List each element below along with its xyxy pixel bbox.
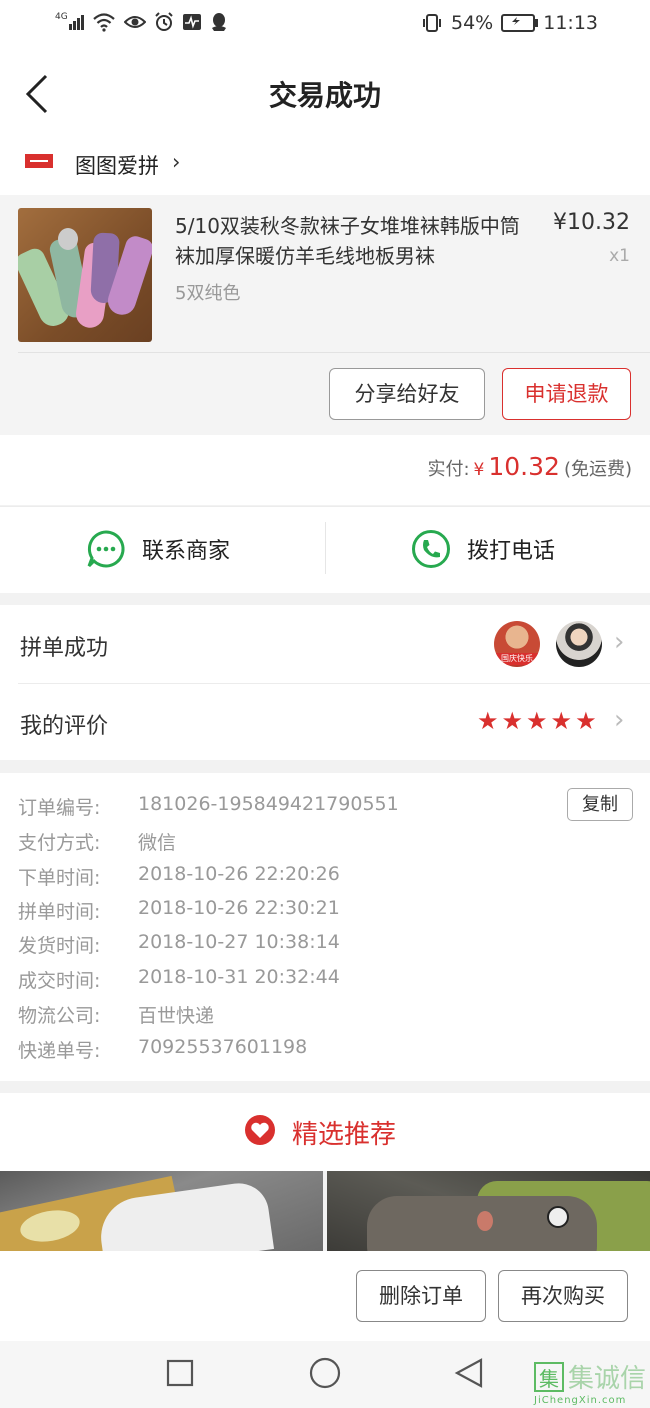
- vibrate-icon: [423, 14, 441, 32]
- chat-icon: [87, 530, 125, 568]
- info-value: 70925537601198: [138, 1036, 308, 1058]
- copy-button[interactable]: 复制: [567, 788, 633, 821]
- status-icons-left: 4G: [55, 12, 228, 32]
- info-value: 微信: [138, 832, 177, 854]
- info-key: 物流公司:: [18, 1005, 101, 1027]
- info-key: 快递单号:: [18, 1040, 101, 1062]
- info-value: 181026-195849421790551: [138, 793, 399, 815]
- info-key: 下单时间:: [18, 867, 101, 889]
- info-value: 2018-10-31 20:32:44: [138, 966, 340, 988]
- rating-stars: ★ ★ ★ ★ ★: [477, 707, 597, 735]
- shop-name[interactable]: 图图爱拼: [75, 150, 159, 180]
- signal-4g-icon: 4G: [55, 11, 84, 30]
- info-value: 百世快递: [138, 1005, 215, 1027]
- call-phone-label: 拨打电话: [467, 539, 556, 564]
- qq-icon: [211, 13, 226, 31]
- recommend-product-image[interactable]: [0, 1171, 323, 1251]
- info-value: 2018-10-26 22:30:21: [138, 897, 340, 919]
- phone-icon: [412, 530, 450, 568]
- star-icon: ★: [550, 707, 573, 735]
- page-title: 交易成功: [268, 79, 381, 112]
- product-price: ¥10.32: [553, 210, 630, 235]
- heart-icon: [245, 1115, 275, 1145]
- star-icon: ★: [526, 707, 548, 735]
- home-circle-icon[interactable]: [309, 1357, 341, 1389]
- group-success-label[interactable]: 拼单成功: [20, 630, 108, 662]
- status-icons-right: 54% 11:13: [421, 12, 598, 34]
- recommend-title: 精选推荐: [292, 1120, 397, 1150]
- wifi-icon: [92, 13, 115, 32]
- info-row-group-time: 拼单时间: 2018-10-26 22:30:21: [18, 897, 340, 924]
- watermark: 集 集诚信 JiChengXin.com: [534, 1358, 650, 1408]
- product-quantity: x1: [609, 246, 630, 266]
- delete-order-button[interactable]: 删除订单: [356, 1270, 486, 1322]
- recommend-product-image[interactable]: [327, 1171, 650, 1251]
- my-review-label[interactable]: 我的评价: [20, 708, 108, 740]
- alarm-icon: [154, 12, 173, 31]
- signal-label: 4G: [55, 11, 68, 22]
- info-row-deal-time: 成交时间: 2018-10-31 20:32:44: [18, 966, 340, 993]
- info-row-order-time: 下单时间: 2018-10-26 22:20:26: [18, 863, 340, 890]
- product-image[interactable]: [18, 208, 152, 342]
- info-row-order-number: 订单编号: 181026-195849421790551: [18, 793, 399, 820]
- info-key: 发货时间:: [18, 935, 101, 957]
- paid-label: 实付:: [427, 459, 470, 480]
- info-row-ship-time: 发货时间: 2018-10-27 10:38:14: [18, 931, 340, 958]
- eye-icon: [123, 16, 146, 28]
- divider: [18, 352, 650, 353]
- product-spec: 5双纯色: [175, 283, 241, 304]
- battery-percent: 54%: [451, 12, 494, 34]
- back-triangle-icon[interactable]: [453, 1357, 485, 1389]
- star-icon: ★: [477, 707, 499, 735]
- avatar-badge: 国庆快乐: [496, 653, 538, 665]
- info-row-payment-method: 支付方式: 微信: [18, 828, 176, 855]
- share-button[interactable]: 分享给好友: [329, 368, 485, 420]
- activity-icon: [182, 14, 201, 30]
- refund-button[interactable]: 申请退款: [502, 368, 631, 420]
- avatar[interactable]: 国庆快乐: [494, 621, 540, 667]
- shipping-note: (免运费): [563, 459, 632, 480]
- watermark-url: JiChengXin.com: [534, 1395, 627, 1406]
- chevron-right-icon[interactable]: ›: [614, 627, 624, 657]
- info-key: 拼单时间:: [18, 901, 101, 923]
- info-row-logistics: 物流公司: 百世快递: [18, 1001, 214, 1028]
- clock-time: 11:13: [543, 12, 598, 34]
- info-key: 成交时间:: [18, 970, 101, 992]
- chevron-right-icon[interactable]: ›: [172, 150, 180, 174]
- divider: [325, 522, 326, 574]
- paid-currency: ¥: [473, 460, 485, 480]
- watermark-text: 集诚信: [568, 1364, 647, 1394]
- info-key: 订单编号:: [18, 797, 101, 819]
- contact-merchant-label: 联系商家: [142, 539, 231, 564]
- star-icon: ★: [575, 707, 597, 735]
- battery-icon: [501, 14, 539, 32]
- divider: [18, 683, 650, 684]
- contact-merchant-button[interactable]: 联系商家: [86, 529, 230, 569]
- rebuy-button[interactable]: 再次购买: [498, 1270, 628, 1322]
- info-key: 支付方式:: [18, 832, 101, 854]
- info-value: 2018-10-26 22:20:26: [138, 863, 340, 885]
- payment-summary: 实付: ¥ 10.32 (免运费): [427, 452, 632, 481]
- star-icon: ★: [501, 707, 524, 735]
- info-row-tracking: 快递单号: 70925537601198: [18, 1036, 307, 1063]
- recents-square-icon[interactable]: [166, 1359, 194, 1387]
- info-value: 2018-10-27 10:38:14: [138, 931, 340, 953]
- shop-logo: [25, 154, 53, 168]
- call-phone-button[interactable]: 拨打电话: [411, 529, 555, 569]
- watermark-logo: 集: [534, 1361, 564, 1392]
- chevron-right-icon[interactable]: ›: [614, 705, 624, 735]
- avatar[interactable]: [556, 621, 602, 667]
- product-title[interactable]: 5/10双装秋冬款袜子女堆堆袜韩版中筒袜加厚保暖仿羊毛线地板男袜: [175, 211, 530, 271]
- paid-amount: 10.32: [488, 452, 560, 481]
